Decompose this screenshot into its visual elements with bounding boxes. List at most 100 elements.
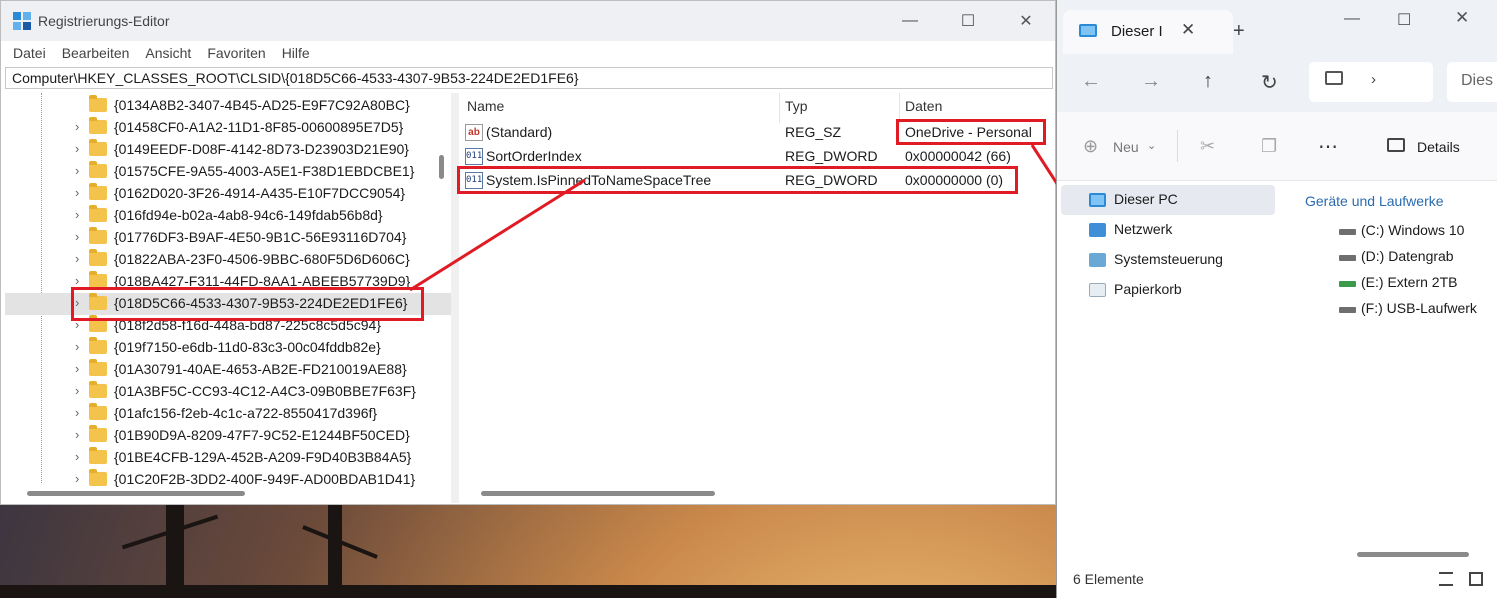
title-bar: Registrierungs-Editor — ☐ ✕ xyxy=(1,1,1055,41)
folder-icon xyxy=(89,425,107,442)
breadcrumb[interactable]: › xyxy=(1309,62,1433,102)
menu-datei[interactable]: Datei xyxy=(5,41,54,65)
close-button[interactable]: ✕ xyxy=(997,1,1055,41)
drive-item[interactable]: (F:) USB-Laufwerk xyxy=(1337,298,1497,322)
tree-key-label: {01B90D9A-8209-47F7-9C52-E1244BF50CED} xyxy=(114,427,410,443)
folder-icon xyxy=(89,205,107,222)
tree-key[interactable]: › {01575CFE-9A55-4003-A5E1-F38D1EBDCBE1} xyxy=(5,161,451,183)
drive-item[interactable]: (D:) Datengrab xyxy=(1337,246,1497,270)
new-tab-icon[interactable]: + xyxy=(1233,20,1245,43)
menu-bearbeiten[interactable]: Bearbeiten xyxy=(54,41,138,65)
forward-icon[interactable]: → xyxy=(1141,70,1161,93)
minimize-icon[interactable]: — xyxy=(1344,10,1360,28)
expand-chevron-icon[interactable]: › xyxy=(75,185,79,200)
sidebar-item-systemsteuerung[interactable]: Systemsteuerung xyxy=(1061,245,1275,275)
copy-icon[interactable]: ❐ xyxy=(1261,136,1277,157)
tab-dieser-pc[interactable]: Dieser I ✕ xyxy=(1063,10,1233,54)
close-icon[interactable]: ✕ xyxy=(1455,8,1469,28)
tree-key[interactable]: › {01776DF3-B9AF-4E50-9B1C-56E93116D704} xyxy=(5,227,451,249)
drive-label: (F:) USB-Laufwerk xyxy=(1361,300,1477,316)
tab-label: Dieser I xyxy=(1111,23,1163,40)
expand-chevron-icon[interactable]: › xyxy=(75,207,79,222)
tree-key[interactable]: › {01afc156-f2eb-4c1c-a722-8550417d396f} xyxy=(5,403,451,425)
tree-key[interactable]: › {01822ABA-23F0-4506-9BBC-680F5D6D606C} xyxy=(5,249,451,271)
string-value-icon: ab xyxy=(465,124,483,141)
values-horizontal-scrollbar[interactable] xyxy=(481,491,715,496)
tiles-view-icon[interactable] xyxy=(1469,572,1483,586)
tree-key[interactable]: › {0162D020-3F26-4914-A435-E10F7DCC9054} xyxy=(5,183,451,205)
expand-chevron-icon[interactable]: › xyxy=(75,449,79,464)
column-header-data[interactable]: Daten xyxy=(905,98,942,114)
sidebar-item-papierkorb[interactable]: Papierkorb xyxy=(1061,275,1275,305)
registry-editor-window: Registrierungs-Editor — ☐ ✕ Datei Bearbe… xyxy=(0,0,1056,505)
maximize-button[interactable]: ☐ xyxy=(939,1,997,41)
folder-icon xyxy=(89,447,107,464)
network-icon xyxy=(1089,223,1106,237)
address-bar[interactable]: Computer\HKEY_CLASSES_ROOT\CLSID\{018D5C… xyxy=(5,67,1053,89)
expand-chevron-icon[interactable]: › xyxy=(75,163,79,178)
tab-close-icon[interactable]: ✕ xyxy=(1181,20,1195,40)
explorer-header: Dieser I ✕ + — ☐ ✕ ← → ↑ ↻ › Dies xyxy=(1057,0,1497,112)
folder-icon xyxy=(89,161,107,178)
tree-key[interactable]: › {016fd94e-b02a-4ab8-94c6-149fdab56b8d} xyxy=(5,205,451,227)
sidebar-item-netzwerk[interactable]: Netzwerk xyxy=(1061,215,1275,245)
tree-key[interactable]: › {01A30791-40AE-4653-AB2E-FD210019AE88} xyxy=(5,359,451,381)
tree-key[interactable]: › {01458CF0-A1A2-11D1-8F85-00600895E7D5} xyxy=(5,117,451,139)
details-button[interactable]: Details xyxy=(1417,139,1460,155)
menu-favoriten[interactable]: Favoriten xyxy=(199,41,273,65)
usb-drive-icon xyxy=(1339,307,1356,313)
expand-chevron-icon[interactable]: › xyxy=(75,339,79,354)
expand-chevron-icon[interactable]: › xyxy=(75,427,79,442)
list-view-icon[interactable] xyxy=(1439,572,1453,586)
sidebar-item-label: Systemsteuerung xyxy=(1114,251,1223,267)
tree-horizontal-scrollbar[interactable] xyxy=(27,491,245,496)
up-icon[interactable]: ↑ xyxy=(1203,70,1213,93)
drive-label: (E:) Extern 2TB xyxy=(1361,274,1458,290)
tree-key[interactable]: › {01BE4CFB-129A-452B-A209-F9D40B3B84A5} xyxy=(5,447,451,469)
address-field[interactable]: Dies xyxy=(1447,62,1497,102)
tree-key-label: {016fd94e-b02a-4ab8-94c6-149fdab56b8d} xyxy=(114,207,383,223)
expand-chevron-icon[interactable]: › xyxy=(75,405,79,420)
this-pc-icon xyxy=(1089,193,1106,207)
expand-chevron-icon[interactable]: › xyxy=(75,119,79,134)
folder-icon xyxy=(89,117,107,134)
back-icon[interactable]: ← xyxy=(1081,70,1101,93)
more-options-icon[interactable]: ⋯ xyxy=(1318,134,1338,159)
drive-item[interactable]: (E:) Extern 2TB xyxy=(1337,272,1497,296)
column-header-name[interactable]: Name xyxy=(467,98,504,114)
maximize-icon[interactable]: ☐ xyxy=(1397,10,1411,30)
menu-hilfe[interactable]: Hilfe xyxy=(274,41,318,65)
expand-chevron-icon[interactable]: › xyxy=(75,471,79,486)
expand-chevron-icon[interactable]: › xyxy=(75,141,79,156)
sidebar-item-dieser-pc[interactable]: Dieser PC xyxy=(1061,185,1275,215)
tree-key[interactable]: {0134A8B2-3407-4B45-AD25-E9F7C92A80BC} xyxy=(5,95,451,117)
column-separator[interactable] xyxy=(779,93,780,123)
pane-splitter[interactable] xyxy=(451,93,459,503)
drive-item[interactable]: (C:) Windows 10 xyxy=(1337,220,1497,244)
expand-chevron-icon[interactable]: › xyxy=(75,361,79,376)
registry-editor-icon xyxy=(13,12,31,30)
expand-chevron-icon[interactable]: › xyxy=(75,383,79,398)
refresh-icon[interactable]: ↻ xyxy=(1261,70,1278,95)
menu-ansicht[interactable]: Ansicht xyxy=(137,41,199,65)
minimize-icon: — xyxy=(902,12,918,29)
maximize-icon: ☐ xyxy=(960,13,976,30)
new-button[interactable]: Neu xyxy=(1113,139,1139,155)
tree-key[interactable]: › {01A3BF5C-CC93-4C12-A4C3-09B0BBE7F63F} xyxy=(5,381,451,403)
section-header[interactable]: Geräte und Laufwerke xyxy=(1305,193,1444,209)
column-header-type[interactable]: Typ xyxy=(785,98,808,114)
tree-key-label: {0149EEDF-D08F-4142-8D73-D23903D21E90} xyxy=(114,141,409,157)
tree-vertical-scrollbar[interactable] xyxy=(439,155,444,179)
expand-chevron-icon[interactable]: › xyxy=(75,229,79,244)
tree-key-label: {0134A8B2-3407-4B45-AD25-E9F7C92A80BC} xyxy=(114,97,410,113)
tree-key[interactable]: › {019f7150-e6db-11d0-83c3-00c04fddb82e} xyxy=(5,337,451,359)
content-horizontal-scrollbar[interactable] xyxy=(1357,552,1469,557)
tree-key[interactable]: › {0149EEDF-D08F-4142-8D73-D23903D21E90} xyxy=(5,139,451,161)
minimize-button[interactable]: — xyxy=(881,1,939,41)
expand-chevron-icon[interactable]: › xyxy=(75,273,79,288)
tree-key-label: {0162D020-3F26-4914-A435-E10F7DCC9054} xyxy=(114,185,406,201)
tree-key[interactable]: › {01C20F2B-3DD2-400F-949F-AD00BDAB1D41} xyxy=(5,469,451,491)
cut-icon[interactable]: ✂ xyxy=(1200,136,1215,157)
tree-key[interactable]: › {01B90D9A-8209-47F7-9C52-E1244BF50CED} xyxy=(5,425,451,447)
expand-chevron-icon[interactable]: › xyxy=(75,251,79,266)
